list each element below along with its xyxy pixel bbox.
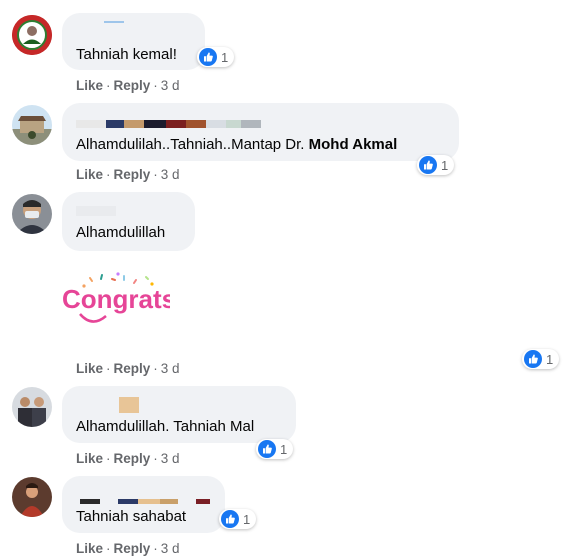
comment-bubble: Tahniah sahabat [62, 476, 225, 533]
reply-button[interactable]: Reply [114, 361, 151, 376]
comment-actions: Like · Reply · 3 d [76, 361, 180, 376]
comment-actions: Like · Reply · 3 d [76, 541, 180, 556]
like-icon [199, 48, 217, 66]
avatar[interactable] [12, 105, 52, 145]
like-icon [524, 350, 542, 368]
avatar-image [12, 387, 52, 427]
reaction-count-value: 1 [221, 49, 229, 65]
author-name-redacted[interactable] [76, 206, 116, 216]
comment-bubble: Alhamdulilah..Tahniah..Mantap Dr. Mohd A… [62, 103, 459, 161]
avatar[interactable] [12, 194, 52, 234]
author-name-redacted[interactable] [80, 499, 210, 504]
comment-age[interactable]: 3 d [161, 361, 180, 376]
avatar-image [12, 15, 52, 55]
like-button[interactable]: Like [76, 541, 103, 556]
comment-text-part: Alhamdulilah..Tahniah..Mantap Dr. [76, 136, 309, 153]
like-icon [221, 510, 239, 528]
comment-actions: Like · Reply · 3 d [76, 78, 180, 93]
reaction-count-value: 1 [243, 511, 251, 527]
reaction-count[interactable]: 1 [522, 349, 560, 369]
like-button[interactable]: Like [76, 451, 103, 466]
avatar[interactable] [12, 477, 52, 517]
author-name-redacted[interactable] [76, 120, 261, 128]
comment-actions: Like · Reply · 3 d [76, 167, 180, 182]
comment-age[interactable]: 3 d [161, 541, 180, 556]
comment-text: Alhamdulillah. Tahniah Mal [76, 418, 255, 435]
like-icon [258, 440, 276, 458]
like-button[interactable]: Like [76, 78, 103, 93]
author-name-redacted[interactable] [119, 397, 139, 413]
reaction-count[interactable]: 1 [256, 439, 294, 459]
comment-text: Alhamdulillah [76, 224, 166, 241]
reply-button[interactable]: Reply [114, 541, 151, 556]
reaction-count-value: 1 [280, 441, 288, 457]
comment-text: Tahniah kemal! [76, 46, 177, 63]
comment-age[interactable]: 3 d [161, 167, 180, 182]
reply-button[interactable]: Reply [114, 167, 151, 182]
author-name-redacted[interactable] [104, 21, 124, 23]
comment-age[interactable]: 3 d [161, 78, 180, 93]
like-button[interactable]: Like [76, 361, 103, 376]
comment-age[interactable]: 3 d [161, 451, 180, 466]
avatar[interactable] [12, 15, 52, 55]
comment-actions: Like · Reply · 3 d [76, 451, 180, 466]
like-button[interactable]: Like [76, 167, 103, 182]
comment-bubble: Alhamdulillah. Tahniah Mal [62, 386, 296, 443]
sticker-text: Congrats! [62, 284, 170, 314]
reaction-count[interactable]: 1 [197, 47, 235, 67]
reaction-count-value: 1 [441, 157, 449, 173]
avatar-image [12, 477, 52, 517]
reaction-count-value: 1 [546, 351, 554, 367]
mention-link[interactable]: Mohd Akmal [309, 136, 398, 153]
avatar[interactable] [12, 387, 52, 427]
avatar-image [12, 194, 52, 234]
reaction-count[interactable]: 1 [417, 155, 455, 175]
comment-bubble: Alhamdulillah [62, 192, 195, 251]
comment-text: Alhamdulilah..Tahniah..Mantap Dr. Mohd A… [76, 135, 397, 155]
avatar-image [12, 105, 52, 145]
comment-bubble: Tahniah kemal! [62, 13, 205, 70]
comment-text: Tahniah sahabat [76, 508, 187, 525]
reaction-count[interactable]: 1 [219, 509, 257, 529]
reply-button[interactable]: Reply [114, 78, 151, 93]
reply-button[interactable]: Reply [114, 451, 151, 466]
like-icon [419, 156, 437, 174]
congrats-sticker: Congrats! [62, 272, 170, 323]
